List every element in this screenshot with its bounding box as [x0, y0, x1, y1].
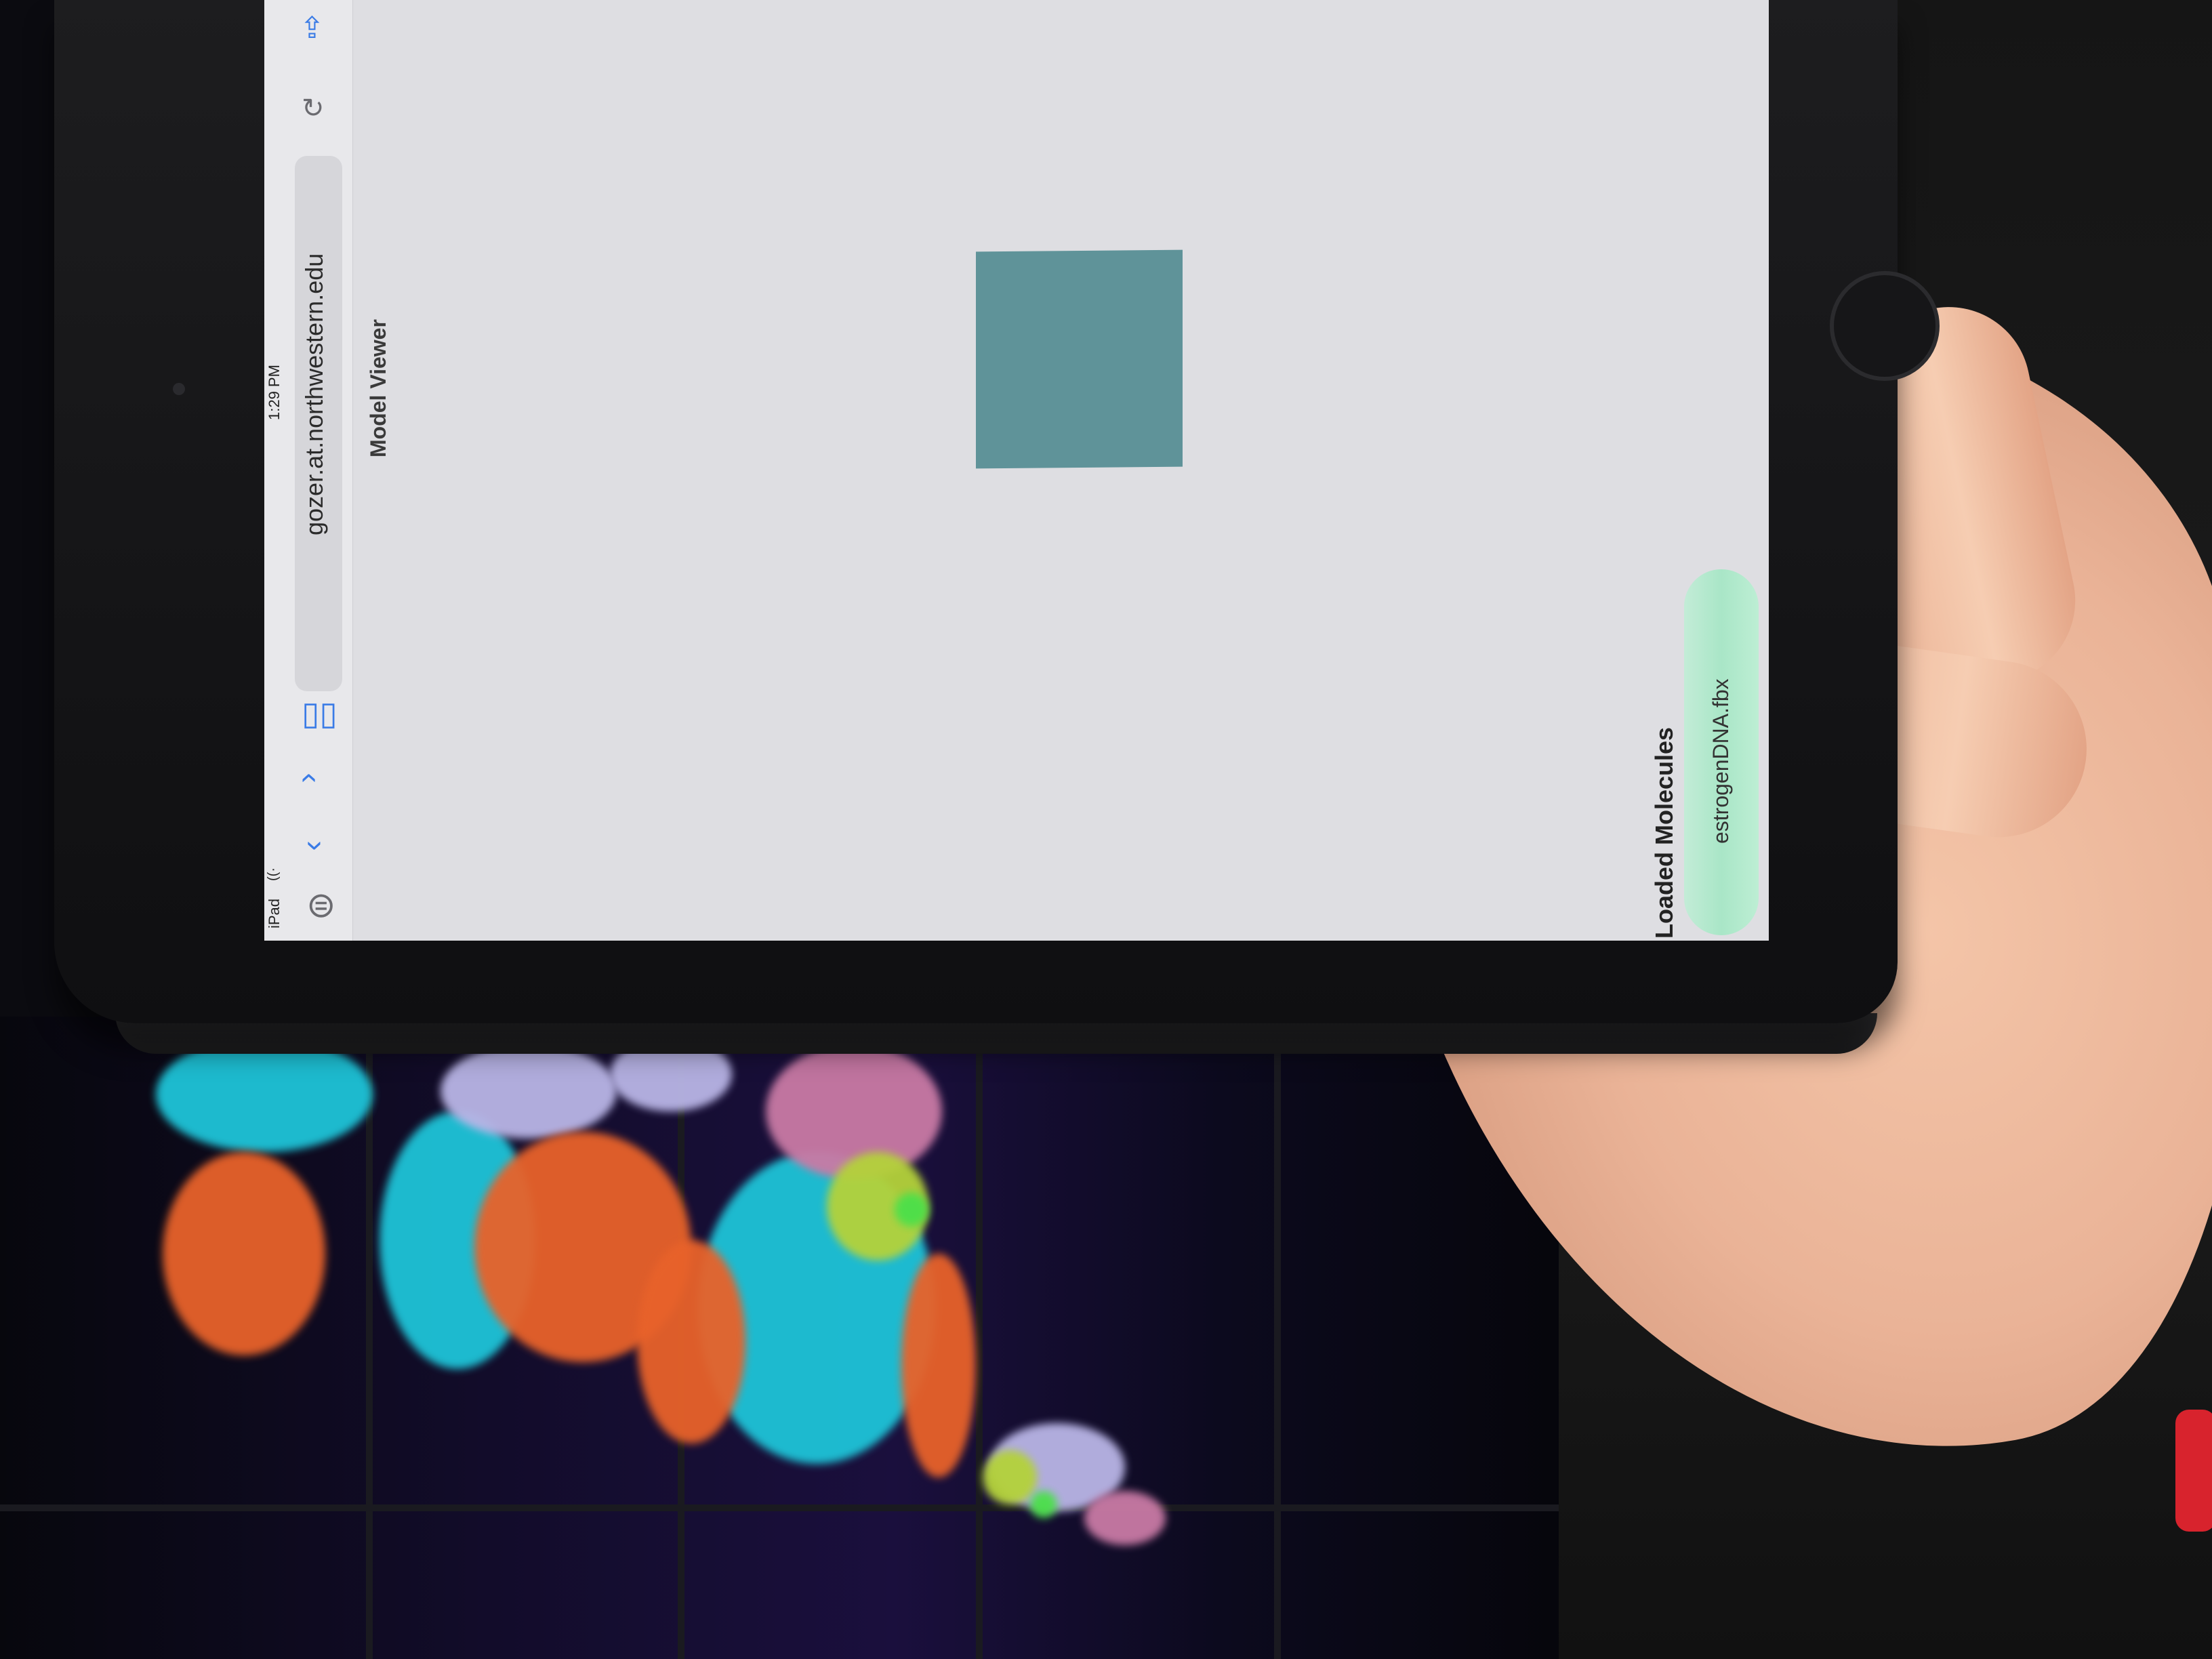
home-button[interactable] — [1830, 271, 1940, 381]
molecule-file-button[interactable]: estrogenDNA.fbx — [1684, 569, 1759, 935]
photo-scene: iPad ((· 1:29 PM ⊜ ‹ ‹ ▯▯ gozer.at.north… — [0, 0, 2212, 1659]
url-text: gozer.at.northwestern.edu — [300, 253, 328, 535]
ipad-device: iPad ((· 1:29 PM ⊜ ‹ ‹ ▯▯ gozer.at.north… — [54, 0, 1940, 1023]
molecule-display-wall — [0, 1017, 1626, 1659]
back-chevron-icon[interactable]: ‹ — [294, 840, 329, 851]
bookmarks-icon[interactable]: ▯▯ — [302, 698, 337, 731]
bracelet — [2175, 1410, 2212, 1532]
model-viewer-canvas[interactable] — [976, 249, 1183, 469]
ipad-screen: iPad ((· 1:29 PM ⊜ ‹ ‹ ▯▯ gozer.at.north… — [264, 0, 1769, 941]
device-label: iPad — [266, 898, 283, 928]
share-icon[interactable]: ⇪ — [300, 14, 325, 43]
clock-time: 1:29 PM — [266, 365, 283, 420]
molecule-file-label: estrogenDNA.fbx — [1708, 678, 1733, 844]
reload-icon[interactable]: ↻ — [302, 95, 325, 122]
forward-chevron-icon[interactable]: ‹ — [294, 773, 329, 783]
menu-icon[interactable]: ⊜ — [306, 888, 336, 923]
page-title: Model Viewer — [366, 319, 390, 457]
wifi-icon: ((· — [266, 867, 281, 881]
loaded-molecules-heading: Loaded Molecules — [1650, 726, 1678, 939]
camera-icon — [173, 383, 185, 395]
address-bar[interactable]: gozer.at.northwestern.edu — [295, 156, 342, 691]
browser-chrome: iPad ((· 1:29 PM ⊜ ‹ ‹ ▯▯ gozer.at.north… — [264, 0, 353, 941]
status-bar: iPad ((· 1:29 PM — [264, 0, 288, 941]
